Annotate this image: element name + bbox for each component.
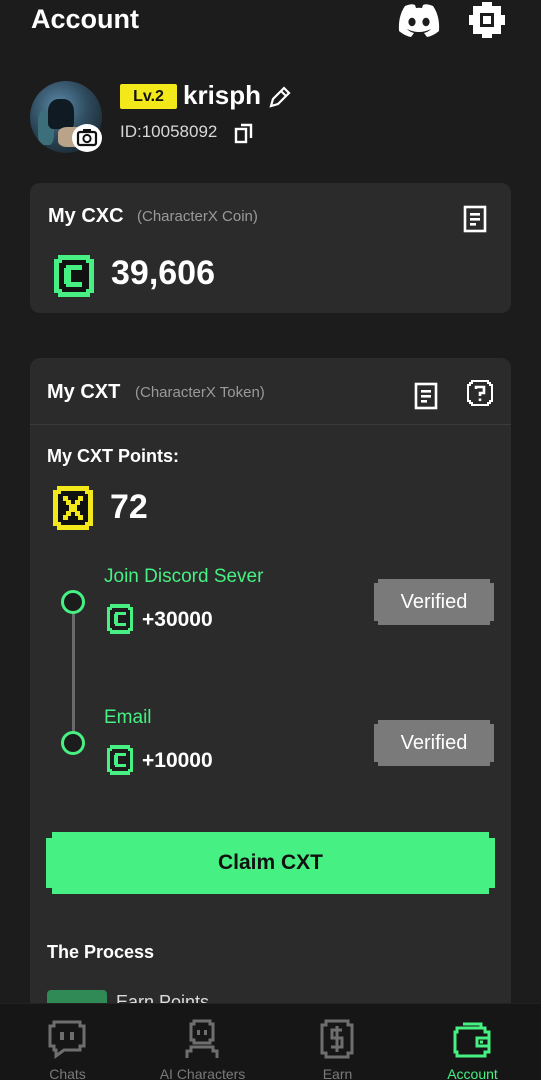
timeline-line <box>72 602 75 743</box>
tab-label: Earn <box>322 1066 353 1080</box>
wallet-icon <box>453 1022 491 1058</box>
tab-ai-characters[interactable]: AI Characters <box>135 1004 270 1080</box>
tab-label: AI Characters <box>159 1066 246 1080</box>
timeline-dot <box>61 731 85 755</box>
coin-icon <box>107 604 133 634</box>
settings-button[interactable] <box>467 0 507 40</box>
discord-button[interactable] <box>396 2 442 38</box>
coin-icon <box>107 745 133 775</box>
cxt-points-label: My CXT Points: <box>47 446 180 466</box>
record-icon <box>463 205 487 233</box>
process-title: The Process <box>47 942 155 962</box>
username: krisph <box>183 80 262 110</box>
task-title: Join Discord Sever <box>104 566 264 587</box>
edit-username-button[interactable] <box>267 84 293 110</box>
change-avatar-button[interactable] <box>72 124 102 152</box>
character-icon <box>185 1019 219 1058</box>
cxc-card: My CXC (CharacterX Coin) 39,606 <box>30 183 511 313</box>
page-title: Account <box>31 4 139 34</box>
verified-button[interactable]: Verified <box>374 579 494 625</box>
verified-button[interactable]: Verified <box>374 720 494 766</box>
cxc-amount: 39,606 <box>111 254 215 292</box>
cxc-subtitle: (CharacterX Coin) <box>137 208 258 225</box>
cxc-title: My CXC <box>48 205 124 227</box>
cxt-card: My CXT (CharacterX Token) My CXT Points: <box>30 358 511 1018</box>
level-badge: Lv.2 <box>120 84 177 109</box>
record-icon <box>414 382 438 410</box>
task-reward: +10000 <box>142 749 213 772</box>
tab-chats[interactable]: Chats <box>0 1004 135 1080</box>
tab-earn[interactable]: Earn <box>270 1004 405 1080</box>
cxt-title: My CXT <box>47 381 121 403</box>
x-token-icon <box>53 486 93 530</box>
copy-id-button[interactable] <box>233 122 255 144</box>
dollar-icon <box>320 1019 354 1059</box>
gear-icon <box>469 2 505 38</box>
tab-label: Chats <box>49 1066 86 1080</box>
cxt-subtitle: (CharacterX Token) <box>135 384 265 401</box>
help-icon <box>467 380 493 406</box>
copy-icon <box>234 123 253 144</box>
cxt-points-value: 72 <box>110 488 148 526</box>
chat-icon <box>48 1020 86 1059</box>
claim-cxt-button[interactable]: Claim CXT <box>46 832 495 894</box>
camera-icon <box>76 129 98 147</box>
user-id: ID:10058092 <box>120 122 218 141</box>
cxt-help-button[interactable] <box>466 379 494 407</box>
coin-icon <box>54 255 94 297</box>
task-title: Email <box>104 707 152 728</box>
header: Account <box>0 0 541 50</box>
task-reward: +30000 <box>142 608 213 631</box>
cxc-records-button[interactable] <box>462 205 488 233</box>
bottom-nav: Chats AI Characters Earn Account <box>0 1003 541 1080</box>
tab-label: Account <box>447 1066 498 1080</box>
tab-account[interactable]: Account <box>405 1004 540 1080</box>
cxt-records-button[interactable] <box>413 382 439 410</box>
pencil-icon <box>269 86 291 108</box>
account-screen: Account Lv.2 krisph ID:10058092 My CXC (… <box>0 0 541 1080</box>
discord-icon <box>398 4 440 37</box>
cxt-divider <box>30 424 511 425</box>
timeline-dot <box>61 590 85 614</box>
